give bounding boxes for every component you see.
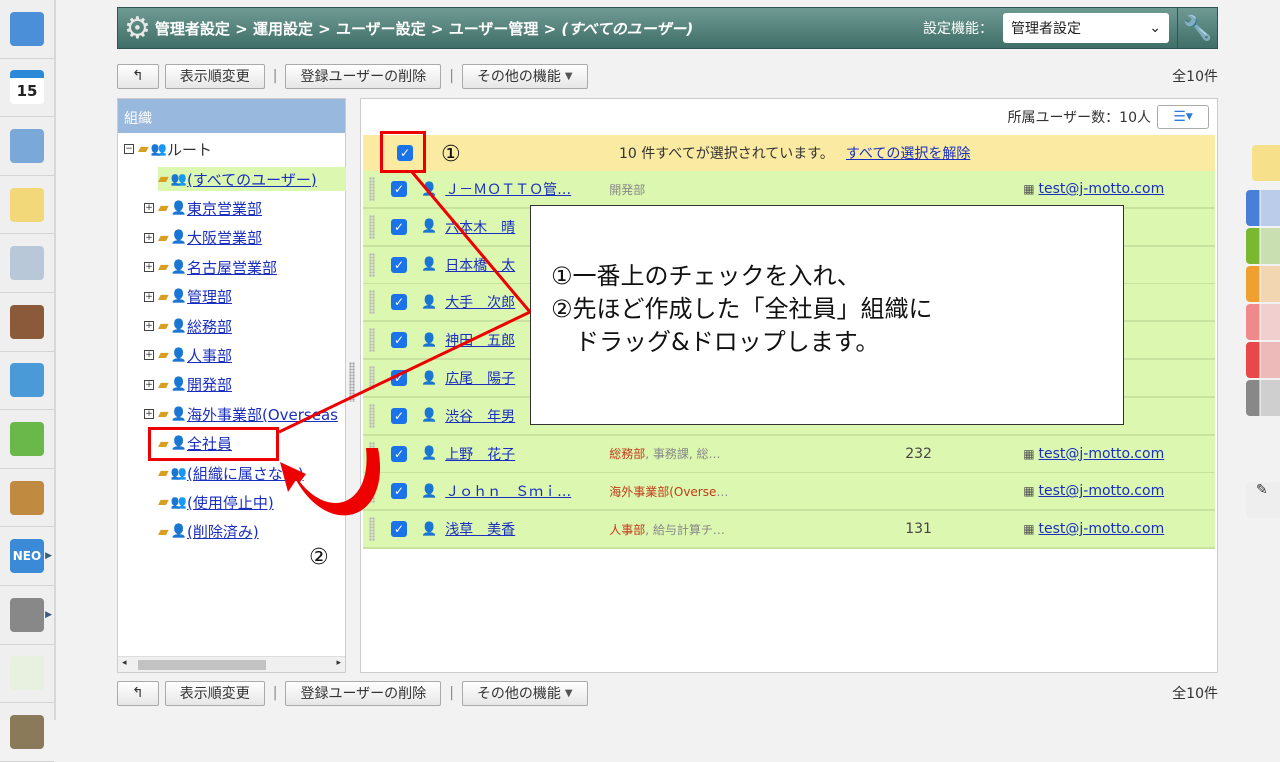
curved-arrow-icon xyxy=(280,448,381,516)
annotation-arrows xyxy=(278,171,532,516)
callout-line-1 xyxy=(410,171,532,313)
step-marker-2: ② xyxy=(309,545,329,570)
callout-line-2 xyxy=(278,310,531,434)
banner-icon xyxy=(10,714,44,749)
step-marker-1: ① xyxy=(441,142,461,167)
